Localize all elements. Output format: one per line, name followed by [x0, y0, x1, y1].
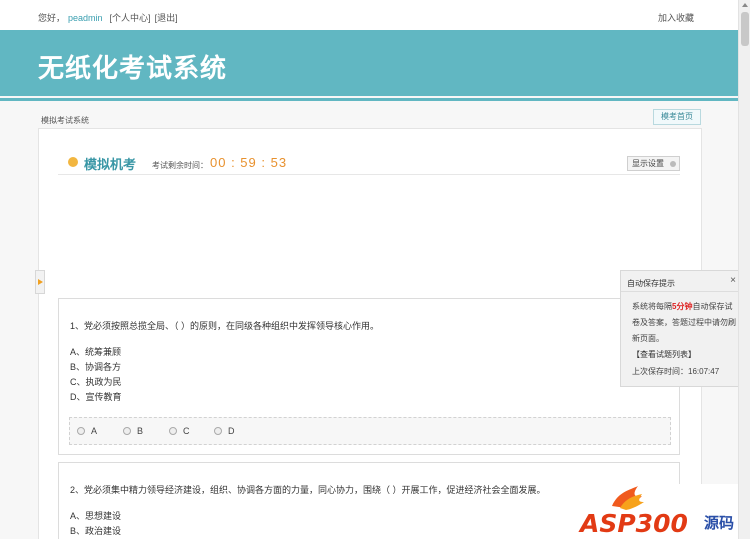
radio-b[interactable]: [123, 427, 131, 435]
username-link[interactable]: peadmin: [68, 13, 103, 23]
radio-d-label[interactable]: D: [228, 426, 235, 436]
header-banner: 无纸化考试系统: [0, 30, 738, 96]
option-b: B、协调各方: [70, 362, 122, 372]
exam-title: 模拟机考: [84, 157, 137, 172]
logout-link[interactable]: [退出]: [155, 13, 178, 23]
option-a: A、统筹兼顾: [70, 347, 122, 357]
system-title: 无纸化考试系统: [38, 53, 228, 83]
watermark-suffix: 源码: [704, 514, 734, 532]
countdown-timer: 00 : 59 : 53: [210, 155, 288, 170]
autosave-message: 系统将每隔5分钟自动保存试卷及答案，答题过程中请勿刷新页面。: [632, 299, 736, 347]
radio-c[interactable]: [169, 427, 177, 435]
radio-a[interactable]: [77, 427, 85, 435]
flame-logo-icon: ASP300 源码: [578, 486, 734, 538]
arrow-right-icon: [38, 279, 43, 285]
add-favorite-link[interactable]: 加入收藏: [658, 11, 694, 24]
user-center-link[interactable]: [个人中心]: [110, 13, 151, 23]
question-text: 2、党必须集中精力领导经济建设，组织、协调各方面的力量，同心协力，围绕（ ）开展…: [70, 485, 546, 495]
header-divider: [58, 174, 680, 175]
view-question-list-link[interactable]: 【查看试题列表】: [632, 349, 696, 360]
top-bar: 您好， peadmin [个人中心] [退出] 加入收藏: [0, 0, 738, 30]
option-a: A、思想建设: [70, 511, 122, 521]
autosave-prefix: 系统将每隔: [632, 302, 672, 311]
autosave-interval: 5分钟: [672, 302, 693, 311]
option-c: C、执政为民: [70, 377, 122, 387]
watermark-brand: ASP300: [578, 509, 688, 538]
greeting: 您好， peadmin [个人中心] [退出]: [38, 11, 178, 24]
popup-divider: [621, 291, 740, 292]
scroll-up-icon[interactable]: [742, 3, 748, 7]
timer-label: 考试剩余时间：: [152, 161, 208, 170]
option-b: B、政治建设: [70, 526, 122, 536]
sidebar-toggle[interactable]: [35, 270, 45, 294]
radio-c-label[interactable]: C: [183, 426, 190, 436]
autosave-title: 自动保存提示: [627, 279, 675, 288]
section-dot-icon: [68, 157, 78, 167]
exam-home-button[interactable]: 模考首页: [653, 109, 701, 125]
scrollbar-thumb[interactable]: [741, 12, 749, 46]
greeting-text: 您好，: [38, 13, 66, 23]
vertical-scrollbar[interactable]: [738, 0, 750, 539]
watermark-logo: ASP300 源码: [572, 484, 745, 539]
display-settings-button[interactable]: 显示设置: [627, 156, 680, 171]
question-text: 1、党必须按照总揽全局、（ ）的原则，在同级各种组织中发挥领导核心作用。: [70, 321, 380, 331]
autosave-popup: 自动保存提示 × 系统将每隔5分钟自动保存试卷及答案，答题过程中请勿刷新页面。 …: [620, 270, 741, 387]
radio-d[interactable]: [214, 427, 222, 435]
radio-a-label[interactable]: A: [91, 426, 97, 436]
chevron-down-icon: [670, 161, 676, 167]
option-d: D、宣传教育: [70, 392, 122, 402]
breadcrumb: 模拟考试系统: [41, 116, 89, 125]
last-saved-time: 上次保存时间：16:07:47: [632, 367, 720, 376]
display-settings-label: 显示设置: [632, 159, 664, 168]
close-icon[interactable]: ×: [730, 275, 736, 286]
question-card: 1、党必须按照总揽全局、（ ）的原则，在同级各种组织中发挥领导核心作用。 A、统…: [58, 298, 680, 455]
banner-divider: [0, 98, 738, 101]
radio-b-label[interactable]: B: [137, 426, 143, 436]
answer-choices: A B C D: [69, 417, 671, 445]
